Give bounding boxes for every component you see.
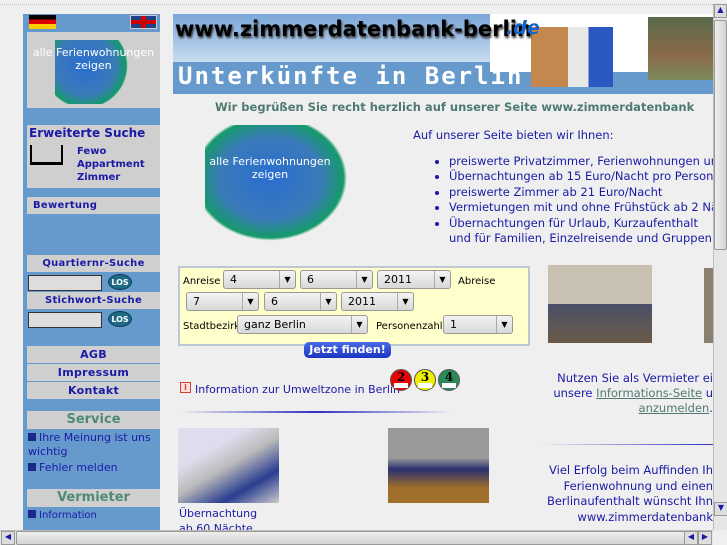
chevron-down-icon: ▼ xyxy=(351,316,367,333)
agb-link[interactable]: AGB xyxy=(27,346,160,363)
kontakt-link[interactable]: Kontakt xyxy=(27,382,160,399)
rating-link[interactable]: Bewertung xyxy=(27,197,160,214)
persons-select[interactable]: 1 ▼ xyxy=(443,315,513,334)
type-appartment[interactable]: Appartment xyxy=(77,159,145,170)
departure-month-select[interactable]: 6 ▼ xyxy=(264,292,337,311)
offer-item: Übernachtungen für Urlaub, Kurzaufenthal… xyxy=(449,216,713,247)
chevron-down-icon: ▼ xyxy=(320,293,336,310)
umweltzone-link[interactable]: Information zur Umweltzone in Berlin xyxy=(195,383,400,396)
scrollbar-thumb[interactable] xyxy=(714,20,727,250)
extended-search-title[interactable]: Erweiterte Suche xyxy=(29,126,145,140)
slogan: Unterkünfte in Berlin xyxy=(178,62,524,90)
map-all-apartments-main[interactable]: alle Ferienwohnungen zeigen xyxy=(205,125,350,243)
district-select[interactable]: ganz Berlin ▼ xyxy=(237,315,368,334)
chevron-down-icon: ▼ xyxy=(434,271,450,288)
register-link[interactable]: anzumelden xyxy=(639,401,710,415)
apartment-photo[interactable] xyxy=(704,268,713,343)
offer-item: preiswerte Privatzimmer, Ferienwohnungen… xyxy=(449,154,713,170)
horizontal-scrollbar[interactable]: ◀ ◀ ▶ xyxy=(0,530,713,545)
type-fewo[interactable]: Fewo xyxy=(77,146,106,157)
map-label: alle Ferienwohnungen zeigen xyxy=(209,155,331,181)
chevron-down-icon: ▼ xyxy=(397,293,413,310)
offer-item: Vermietungen mit und ohne Frühstück ab 2… xyxy=(449,200,713,216)
district-label: Stadtbezirk xyxy=(183,321,241,332)
type-zimmer[interactable]: Zimmer xyxy=(77,172,120,183)
landlord-text: Nutzen Sie als Vermieter ei unsere Infor… xyxy=(553,371,713,415)
divider xyxy=(540,444,713,445)
landlord-item-label: Information xyxy=(39,510,97,521)
offer-intro: Auf unserer Seite bieten wir Ihnen: xyxy=(413,128,614,142)
scroll-up-icon[interactable]: ▲ xyxy=(714,4,727,18)
persons-label: Personenzahl xyxy=(376,321,443,332)
information-page-link[interactable]: Informations-Seite xyxy=(596,386,702,400)
map-all-apartments[interactable]: alle Ferienwohnungen zeigen xyxy=(27,32,160,108)
banner-photo-house xyxy=(648,17,713,80)
umwelt-badge-green: 4 xyxy=(438,369,460,391)
welcome-text: Wir begrüßen Sie recht herzlich auf unse… xyxy=(215,100,695,114)
departure-year-select[interactable]: 2011 ▼ xyxy=(341,292,414,311)
offer-section: Auf unserer Seite bieten wir Ihnen: prei… xyxy=(413,128,713,247)
map-label: alle Ferienwohnungen zeigen xyxy=(32,46,155,72)
quarter-search-title: Quartiernr-Suche xyxy=(27,255,160,272)
landlord-item-information[interactable]: Information xyxy=(28,510,97,521)
bullet-icon xyxy=(28,433,36,441)
divider xyxy=(180,411,452,413)
service-item-feedback[interactable]: Ihre Meinung ist uns wichtig xyxy=(28,431,158,459)
service-item-label: Ihre Meinung ist uns wichtig xyxy=(28,431,151,458)
umwelt-badge-yellow: 3 xyxy=(414,369,436,391)
departure-day-select[interactable]: 7 ▼ xyxy=(186,292,259,311)
apartment-photo[interactable] xyxy=(388,428,489,503)
service-title: Service xyxy=(27,411,160,429)
scroll-down-icon[interactable]: ▼ xyxy=(714,502,727,516)
keyword-search-title: Stichwort-Suche xyxy=(27,292,160,309)
offer-item: Übernachtungen ab 15 Euro/Nacht pro Pers… xyxy=(449,169,713,185)
apartment-photo[interactable] xyxy=(178,428,279,503)
chevron-down-icon: ▼ xyxy=(242,293,258,310)
landlord-title: Vermieter xyxy=(27,489,160,507)
german-flag-icon[interactable] xyxy=(29,15,56,29)
search-submit-button[interactable]: Jetzt finden! xyxy=(304,342,391,358)
chevron-down-icon: ▼ xyxy=(279,271,295,288)
sidebar: alle Ferienwohnungen zeigen Erweiterte S… xyxy=(23,14,160,530)
site-domain: www.zimmerdatenbank-berlin xyxy=(175,17,532,41)
arrival-label: Anreise xyxy=(183,276,221,287)
service-item-label: Fehler melden xyxy=(39,461,118,474)
impressum-link[interactable]: Impressum xyxy=(27,364,160,381)
umwelt-badge-red: 2 xyxy=(390,369,412,391)
offer-item: preiswerte Zimmer ab 21 Euro/Nacht xyxy=(449,185,713,201)
scroll-left-icon[interactable]: ◀ xyxy=(684,531,698,545)
keyword-search-go[interactable]: LOS xyxy=(108,311,132,327)
extended-search-box: Erweiterte Suche Fewo Appartment Zimmer xyxy=(27,125,160,188)
apartment-photo[interactable] xyxy=(548,265,652,343)
uk-flag-icon[interactable] xyxy=(130,15,157,29)
closing-text: Viel Erfolg beim Auffinden Ih Ferienwohnu… xyxy=(546,463,713,524)
search-form: Anreise 4 ▼ 6 ▼ 2011 ▼ Abreise 7 ▼ 6 ▼ 2011 ▼ … xyxy=(178,266,530,346)
frame-border xyxy=(0,4,713,5)
scrollbar-thumb[interactable] xyxy=(16,531,696,545)
scroll-right-icon[interactable]: ▶ xyxy=(698,531,712,545)
bullet-icon xyxy=(28,510,36,518)
header-banner: www.zimmerdatenbank-berlin .de Unterkünf… xyxy=(173,14,713,94)
site-tld: .de xyxy=(506,17,540,39)
vertical-scrollbar[interactable]: ▲ ▼ xyxy=(713,4,727,530)
departure-label: Abreise xyxy=(458,276,496,287)
berlin-map-icon xyxy=(205,125,350,243)
chevron-down-icon: ▼ xyxy=(496,316,512,333)
quarter-search-go[interactable]: LOS xyxy=(108,274,132,290)
chevron-down-icon: ▼ xyxy=(356,271,372,288)
quarter-search-input[interactable] xyxy=(28,275,102,291)
keyword-search-input[interactable] xyxy=(28,312,102,328)
arrival-month-select[interactable]: 6 ▼ xyxy=(300,270,373,289)
bullet-icon xyxy=(28,463,36,471)
bed-icon xyxy=(30,145,63,165)
scroll-left-icon[interactable]: ◀ xyxy=(1,531,15,545)
service-item-report-error[interactable]: Fehler melden xyxy=(28,461,118,474)
banner-photo-room xyxy=(531,27,613,87)
arrival-year-select[interactable]: 2011 ▼ xyxy=(377,270,451,289)
arrival-day-select[interactable]: 4 ▼ xyxy=(223,270,296,289)
info-icon: i xyxy=(180,382,191,393)
